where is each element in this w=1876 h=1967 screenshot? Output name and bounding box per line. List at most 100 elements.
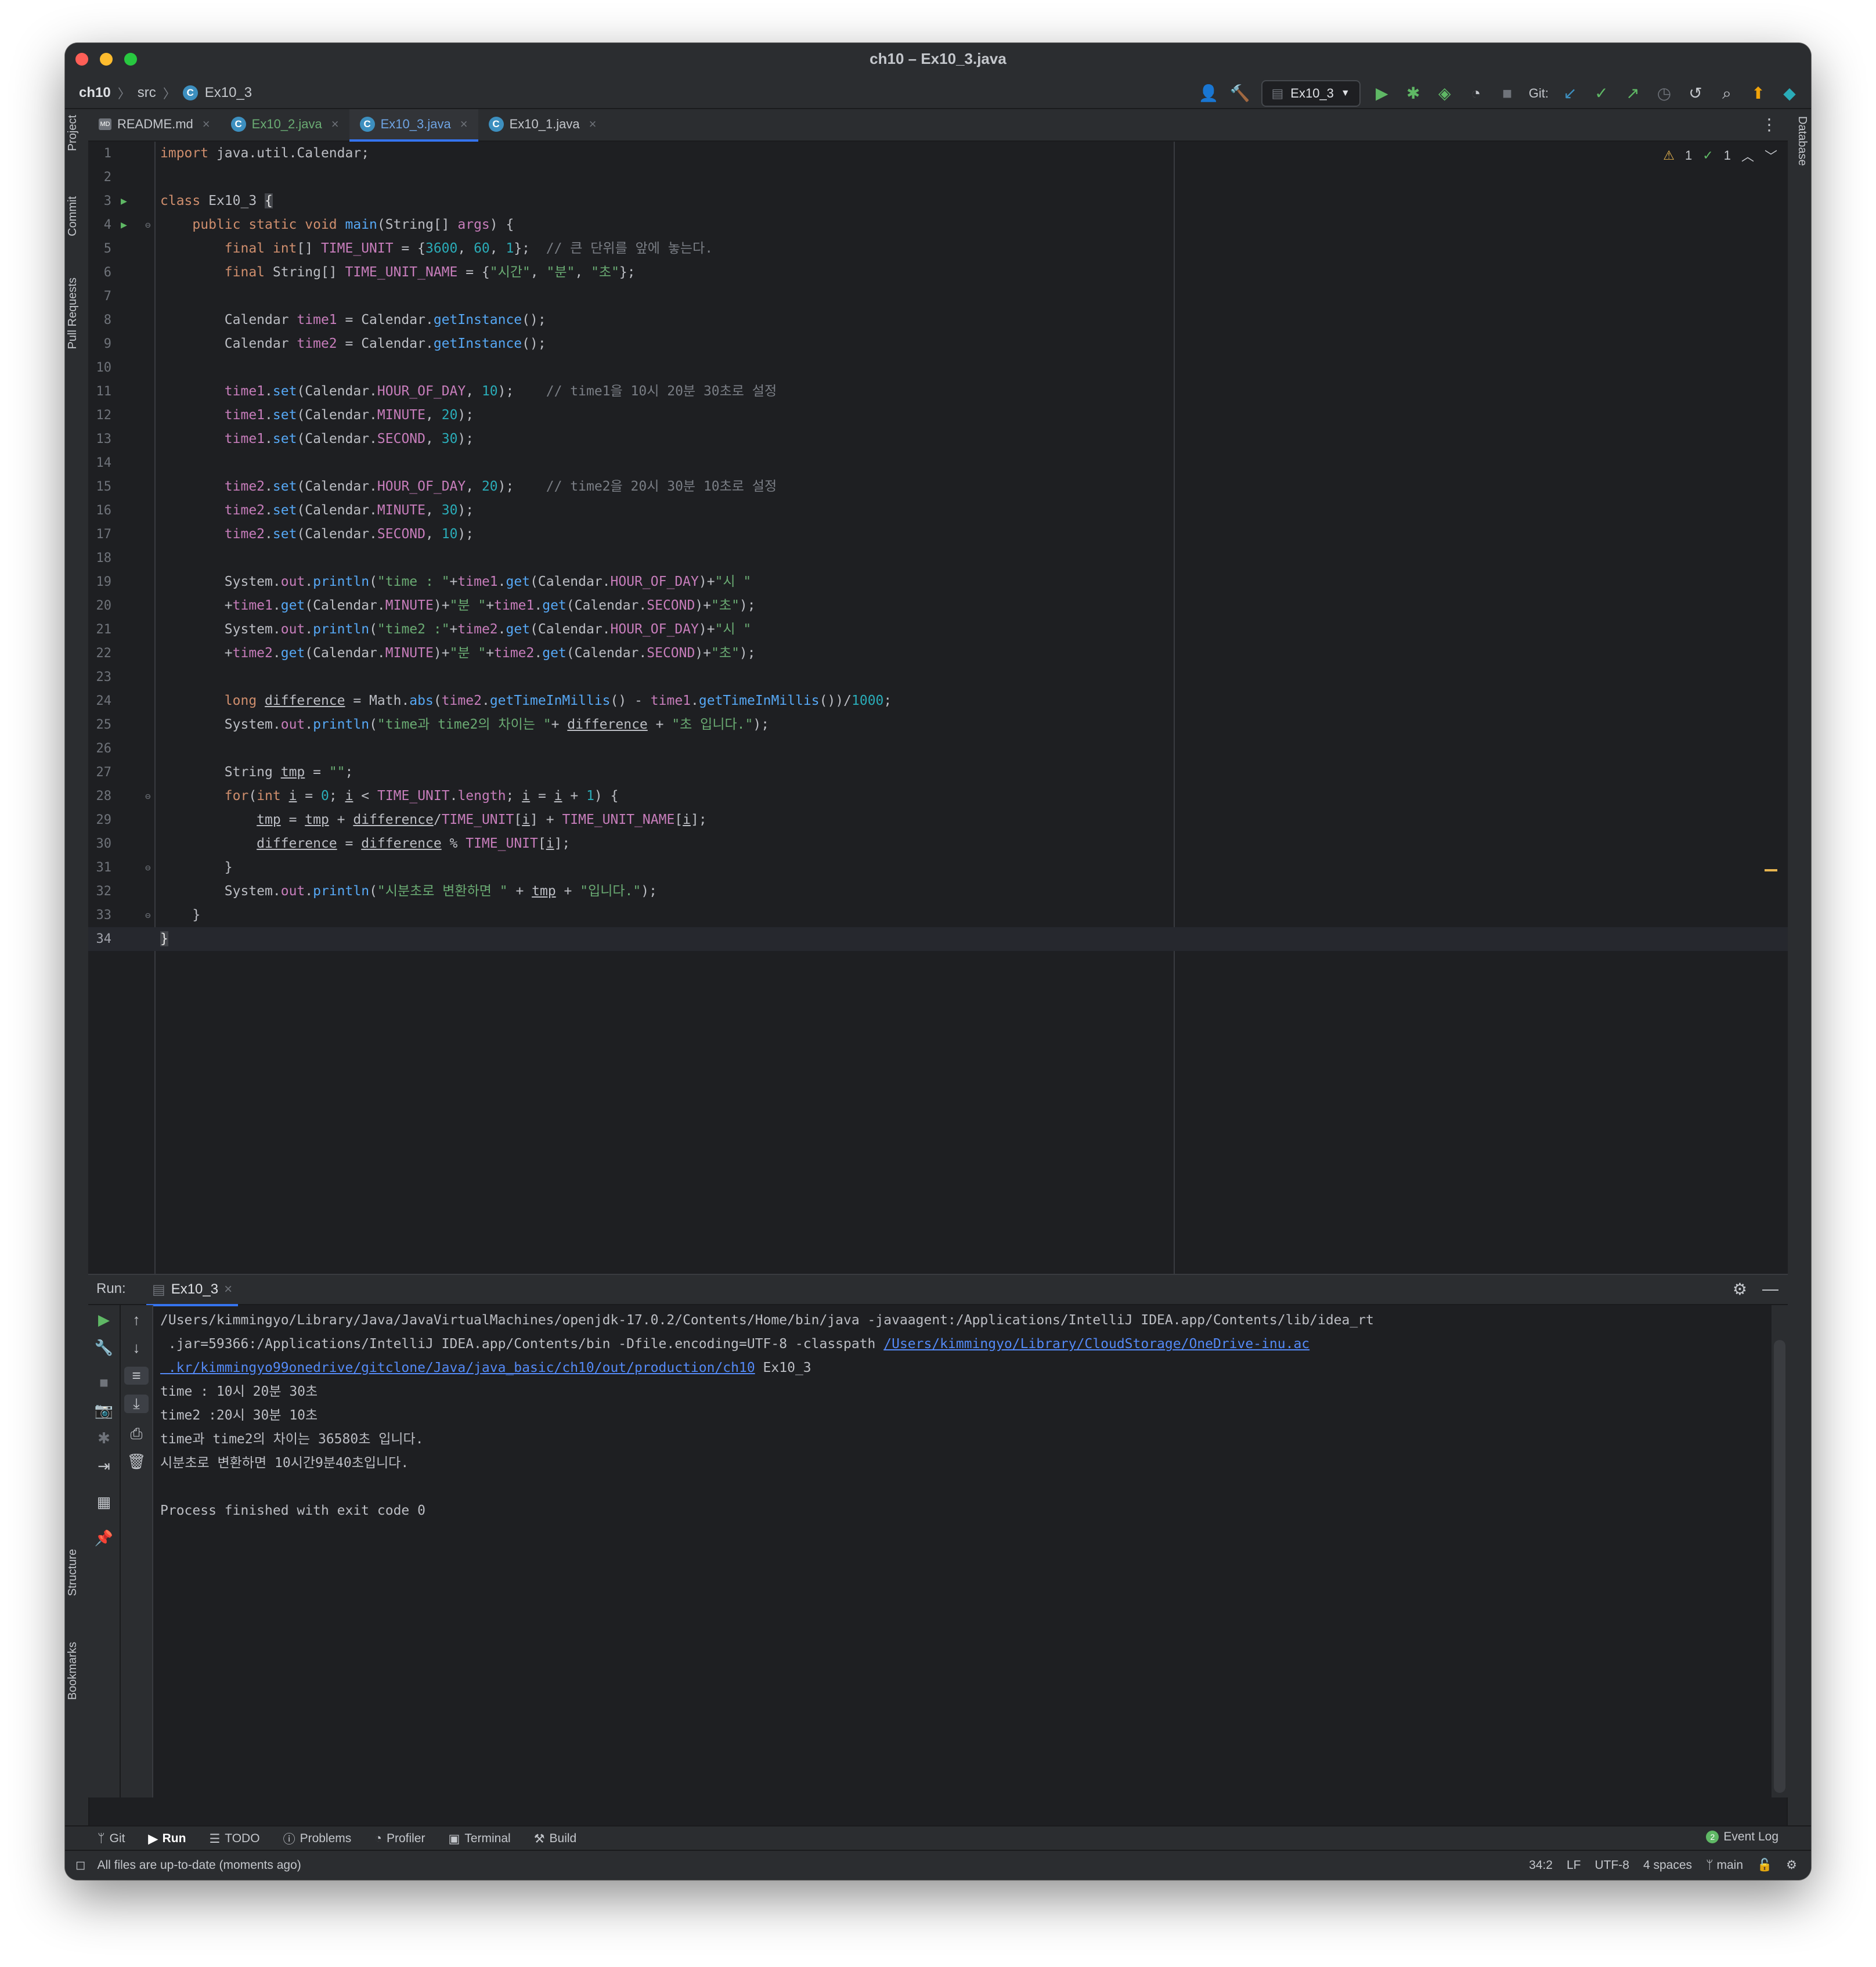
history-clock-icon[interactable]: ◷ <box>1654 82 1674 105</box>
rerun-icon[interactable]: ▶ <box>88 1311 120 1329</box>
search-icon[interactable]: ⌕ <box>1717 82 1737 105</box>
console-line: time2 :20시 30분 10초 <box>160 1408 318 1423</box>
console-line: /Users/kimmingyo/Library/Java/JavaVirtua… <box>160 1313 1374 1328</box>
stop-icon[interactable]: ■ <box>88 1374 120 1392</box>
stop-icon[interactable]: ■ <box>1498 82 1517 105</box>
indent-setting[interactable]: 4 spaces <box>1643 1858 1692 1872</box>
close-icon[interactable]: × <box>224 1281 232 1298</box>
memory-indicator-icon[interactable]: ⚙ <box>1786 1858 1797 1872</box>
right-tool-strip: Database <box>1787 109 1811 1849</box>
tab-label: Ex10_1.java <box>509 117 580 131</box>
build-hammer-icon[interactable]: 🔨 <box>1230 82 1250 105</box>
bottom-tab-todo[interactable]: ☰ TODO <box>209 1830 259 1847</box>
trash-icon[interactable]: 🗑 <box>121 1453 152 1471</box>
fold-icon[interactable]: ⊖ <box>145 856 151 880</box>
run-configuration-select[interactable]: ▤ Ex10_3 ▼ <box>1261 80 1361 107</box>
print-icon[interactable]: ⎙ <box>121 1425 152 1443</box>
caret-position[interactable]: 34:2 <box>1529 1858 1553 1872</box>
hammer-icon: ⚒ <box>533 1832 545 1846</box>
close-icon[interactable]: × <box>460 117 468 132</box>
fold-icon[interactable]: ⊖ <box>145 213 151 237</box>
lock-icon[interactable]: 🔓 <box>1757 1858 1772 1872</box>
bottom-tab-profiler[interactable]: ◔ Profiler <box>374 1830 425 1847</box>
git-label: Git: <box>1528 86 1549 100</box>
code-editor[interactable]: ⚠ 1 ✓ 1 ︿ ﹀ 1 import java.util.Calendar; … <box>88 142 1788 1274</box>
bottom-tab-run[interactable]: ▶ Run <box>148 1830 186 1847</box>
wrench-icon[interactable]: 🔧 <box>88 1339 120 1357</box>
code-line: 24 long difference = Math.abs(time2.getT… <box>96 693 892 708</box>
bottom-tab-build[interactable]: ⚒ Build <box>534 1830 577 1847</box>
exit-icon[interactable]: ⇥ <box>88 1457 120 1475</box>
gear-icon[interactable]: ⚙ <box>1733 1280 1747 1299</box>
git-commit-icon[interactable]: ✓ <box>1592 82 1611 105</box>
breadcrumb-project[interactable]: ch10 <box>79 85 111 101</box>
layout-icon[interactable]: ▦ <box>88 1493 120 1511</box>
debug-gear-icon[interactable]: ✱ <box>88 1429 120 1447</box>
fold-icon[interactable]: ⊖ <box>145 903 151 927</box>
classpath-link[interactable]: /Users/kimmingyo/Library/CloudStorage/On… <box>883 1336 1309 1352</box>
more-vertical-icon[interactable]: ⋮ <box>1761 115 1777 134</box>
tab-ex10-1[interactable]: C Ex10_1.java × <box>478 109 607 139</box>
commit-tool-button[interactable]: Commit <box>66 196 80 236</box>
code-line: 14 <box>96 456 112 470</box>
camera-icon[interactable]: 📷 <box>88 1402 120 1420</box>
user-icon[interactable]: 👤 <box>1199 82 1219 105</box>
project-tool-button[interactable]: Project <box>66 115 80 151</box>
breadcrumb-folder[interactable]: src <box>138 85 156 101</box>
scroll-thumb[interactable] <box>1774 1340 1785 1793</box>
soft-wrap-icon[interactable]: ≡ <box>124 1367 149 1385</box>
console-scrollbar[interactable] <box>1772 1305 1788 1797</box>
git-push-icon[interactable]: ↗ <box>1623 82 1643 105</box>
git-branch-widget[interactable]: ᛘ main <box>1706 1858 1743 1872</box>
run-icon[interactable]: ▶ <box>1372 82 1392 105</box>
arrow-down-icon[interactable]: ↓ <box>121 1339 152 1357</box>
tab-readme[interactable]: MD README.md × <box>88 109 221 139</box>
bottom-tab-terminal[interactable]: ▣ Terminal <box>448 1830 510 1847</box>
editor-tabs: MD README.md × C Ex10_2.java × C Ex10_3.… <box>88 109 1788 142</box>
run-tab-ex10-3[interactable]: ▤ Ex10_3 × <box>146 1275 239 1306</box>
line-separator[interactable]: LF <box>1567 1858 1581 1872</box>
run-gutter-icon[interactable]: ▶ <box>121 189 127 213</box>
jetbrains-logo-icon[interactable]: ◆ <box>1780 82 1799 105</box>
code-line: 20 +time1.get(Calendar.MINUTE)+"분 "+time… <box>96 598 756 613</box>
fold-icon[interactable]: ⊖ <box>145 784 151 808</box>
event-log-button[interactable]: 2 Event Log <box>1706 1830 1778 1844</box>
arrow-up-icon[interactable]: ↑ <box>121 1311 152 1329</box>
minimize-icon[interactable]: — <box>1762 1280 1778 1299</box>
tab-ex10-3[interactable]: C Ex10_3.java × <box>349 109 478 142</box>
debug-bug-icon[interactable]: ✱ <box>1404 82 1423 105</box>
run-config-icon: ▤ <box>152 1281 165 1298</box>
bottom-tab-problems[interactable]: ⓘ Problems <box>283 1830 352 1847</box>
breadcrumb-file[interactable]: Ex10_3 <box>205 85 252 101</box>
bookmarks-tool-button[interactable]: Bookmarks <box>66 1642 80 1700</box>
bottom-tabs: ᛘ Git ▶ Run ☰ TODO ⓘ Problems ◔ Profiler ▣ Ter… <box>98 1830 576 1847</box>
code-line: 30 difference = difference % TIME_UNIT[i… <box>96 836 571 851</box>
code-line: 7 <box>103 289 111 304</box>
status-left: ◻ All files are up-to-date (moments ago) <box>75 1858 301 1872</box>
close-icon[interactable]: × <box>203 117 210 132</box>
git-update-icon[interactable]: ↙ <box>1560 82 1580 105</box>
close-icon[interactable]: × <box>589 117 597 132</box>
panel-toggle-icon[interactable]: ◻ <box>75 1858 85 1872</box>
coverage-icon[interactable]: ◈ <box>1435 82 1455 105</box>
update-ide-icon[interactable]: ⬆ <box>1748 82 1768 105</box>
close-icon[interactable]: × <box>331 117 339 132</box>
structure-tool-button[interactable]: Structure <box>66 1549 80 1596</box>
pull-requests-tool-button[interactable]: Pull Requests <box>66 278 80 349</box>
run-gutter-icon[interactable]: ▶ <box>121 213 127 237</box>
code-line: 10 <box>96 361 112 375</box>
code-line: 5 final int[] TIME_UNIT = {3600, 60, 1};… <box>103 241 713 256</box>
pin-icon[interactable]: 📌 <box>88 1529 120 1547</box>
classpath-link[interactable]: .kr/kimmingyo99onedrive/gitclone/Java/ja… <box>160 1360 755 1375</box>
scroll-to-end-icon[interactable]: ⤓ <box>124 1395 149 1413</box>
rollback-icon[interactable]: ↺ <box>1686 82 1705 105</box>
profile-icon[interactable]: ◔ <box>1466 82 1486 105</box>
tab-label: Ex10_2.java <box>251 117 322 131</box>
code-line: 8 Calendar time1 = Calendar.getInstance(… <box>103 312 546 327</box>
file-encoding[interactable]: UTF-8 <box>1594 1858 1629 1872</box>
database-tool-button[interactable]: Database <box>1795 116 1809 166</box>
bottom-tab-git[interactable]: ᛘ Git <box>98 1830 125 1847</box>
tab-ex10-2[interactable]: C Ex10_2.java × <box>221 109 349 139</box>
run-actions-secondary: ↑ ↓ ≡ ⤓ ⎙ 🗑 <box>121 1305 153 1797</box>
main-toolbar: ch10 〉 src 〉 C Ex10_3 👤 🔨 ▤ Ex10_3 ▼ ▶ ✱… <box>65 75 1811 109</box>
